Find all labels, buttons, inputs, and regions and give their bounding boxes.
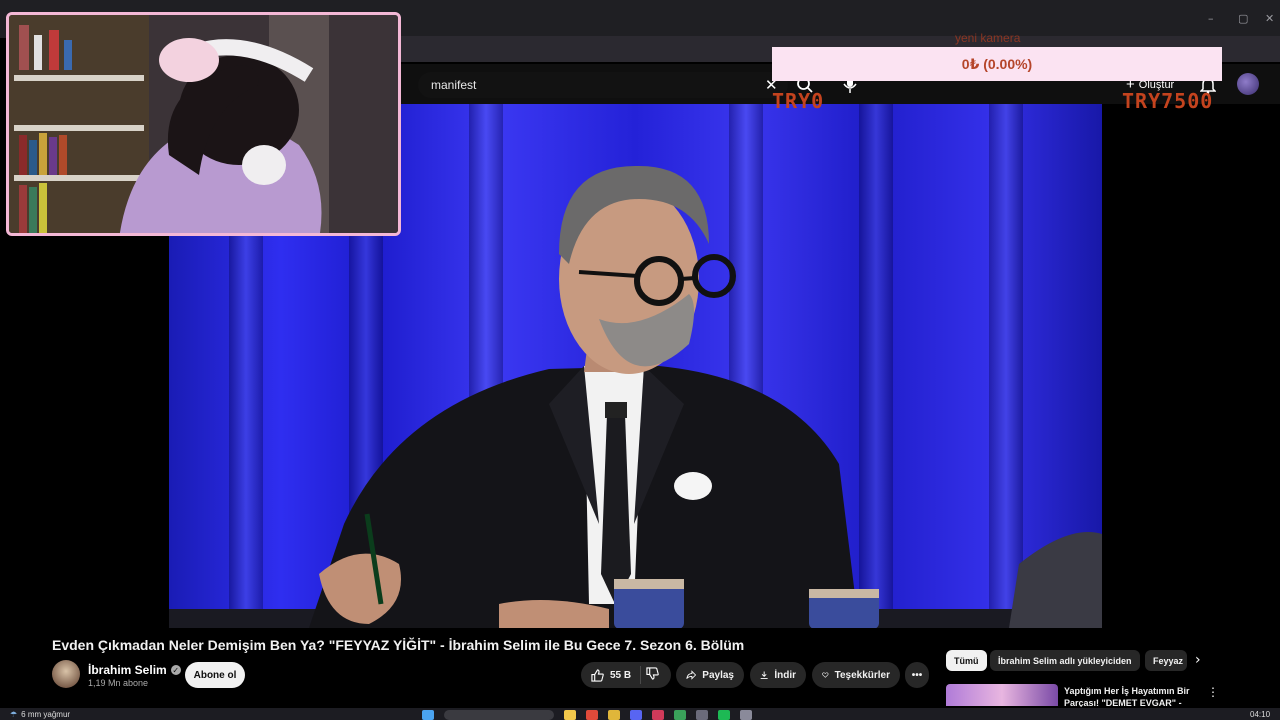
recommended-video-thumbnail[interactable] (946, 684, 1058, 706)
taskbar-search[interactable] (444, 710, 554, 720)
thumbs-up-icon (591, 668, 604, 682)
thanks-button[interactable]: Teşekkürler (812, 662, 900, 688)
account-avatar[interactable] (1237, 73, 1259, 95)
taskbar-clock: 04:10 (1250, 710, 1271, 719)
recommended-video-title[interactable]: Yaptığım Her İş Hayatımın Bir Parçası! "… (1064, 685, 1202, 707)
chip-feyyaz[interactable]: Feyyaz (1145, 650, 1187, 671)
app-icon[interactable] (652, 710, 664, 720)
share-icon (686, 670, 697, 680)
browser-icon[interactable] (586, 710, 598, 720)
channel-name-row[interactable]: İbrahim Selim ✓ (88, 663, 181, 677)
verified-icon: ✓ (170, 665, 181, 675)
channel-avatar[interactable] (52, 660, 80, 688)
obs-icon[interactable] (696, 710, 708, 720)
download-icon (760, 671, 768, 679)
weather-text: 6 mm yağmur (21, 710, 71, 719)
thumbs-down-icon[interactable] (646, 667, 659, 680)
rain-icon: ☂ (10, 710, 18, 719)
download-button[interactable]: İndir (750, 662, 806, 688)
game-icon[interactable] (674, 710, 686, 720)
taskbar-apps (422, 710, 752, 720)
like-count: 55 B (610, 669, 632, 681)
subscribe-button[interactable]: Abone ol (185, 662, 245, 688)
goal-start-label: TRY0 (772, 89, 825, 113)
goal-end-label: TRY7500 (1122, 89, 1214, 113)
spotify-icon[interactable] (718, 710, 730, 720)
thanks-label: Teşekkürler (834, 669, 890, 681)
video-title: Evden Çıkmadan Neler Demişim Ben Ya? "FE… (52, 637, 745, 653)
channel-name[interactable]: İbrahim Selim (88, 663, 167, 677)
settings-icon[interactable] (740, 710, 752, 720)
weather-widget[interactable]: ☂ 6 mm yağmur (10, 710, 70, 719)
more-actions-button[interactable]: ••• (905, 662, 929, 688)
chip-from-uploader[interactable]: İbrahim Selim adlı yükleyiciden (990, 650, 1140, 671)
download-label: İndir (774, 669, 796, 681)
webcam-overlay (6, 12, 401, 236)
maximize-button[interactable]: ▢ (1238, 12, 1248, 25)
webcam-frame (9, 15, 398, 233)
chevron-right-icon[interactable]: › (1195, 652, 1201, 668)
donation-progress-bar: 0₺ (0.00%) (772, 47, 1222, 81)
heart-dollar-icon (822, 672, 829, 678)
recommended-video-menu[interactable]: ⋮ (1207, 685, 1219, 699)
file-explorer-icon[interactable] (564, 710, 576, 720)
share-button[interactable]: Paylaş (676, 662, 744, 688)
search-query[interactable]: manifest (431, 78, 476, 92)
subscriber-count: 1,19 Mn abone (88, 678, 149, 688)
chip-all[interactable]: Tümü (946, 650, 987, 671)
share-label: Paylaş (702, 669, 734, 681)
windows-start-icon[interactable] (422, 710, 434, 720)
discord-icon[interactable] (630, 710, 642, 720)
close-window-button[interactable]: ✕ (1265, 12, 1274, 25)
chrome-icon[interactable] (608, 710, 620, 720)
like-divider (640, 666, 641, 684)
minimize-button[interactable]: – (1208, 12, 1214, 25)
camera-label: yeni kamera (955, 31, 1021, 45)
